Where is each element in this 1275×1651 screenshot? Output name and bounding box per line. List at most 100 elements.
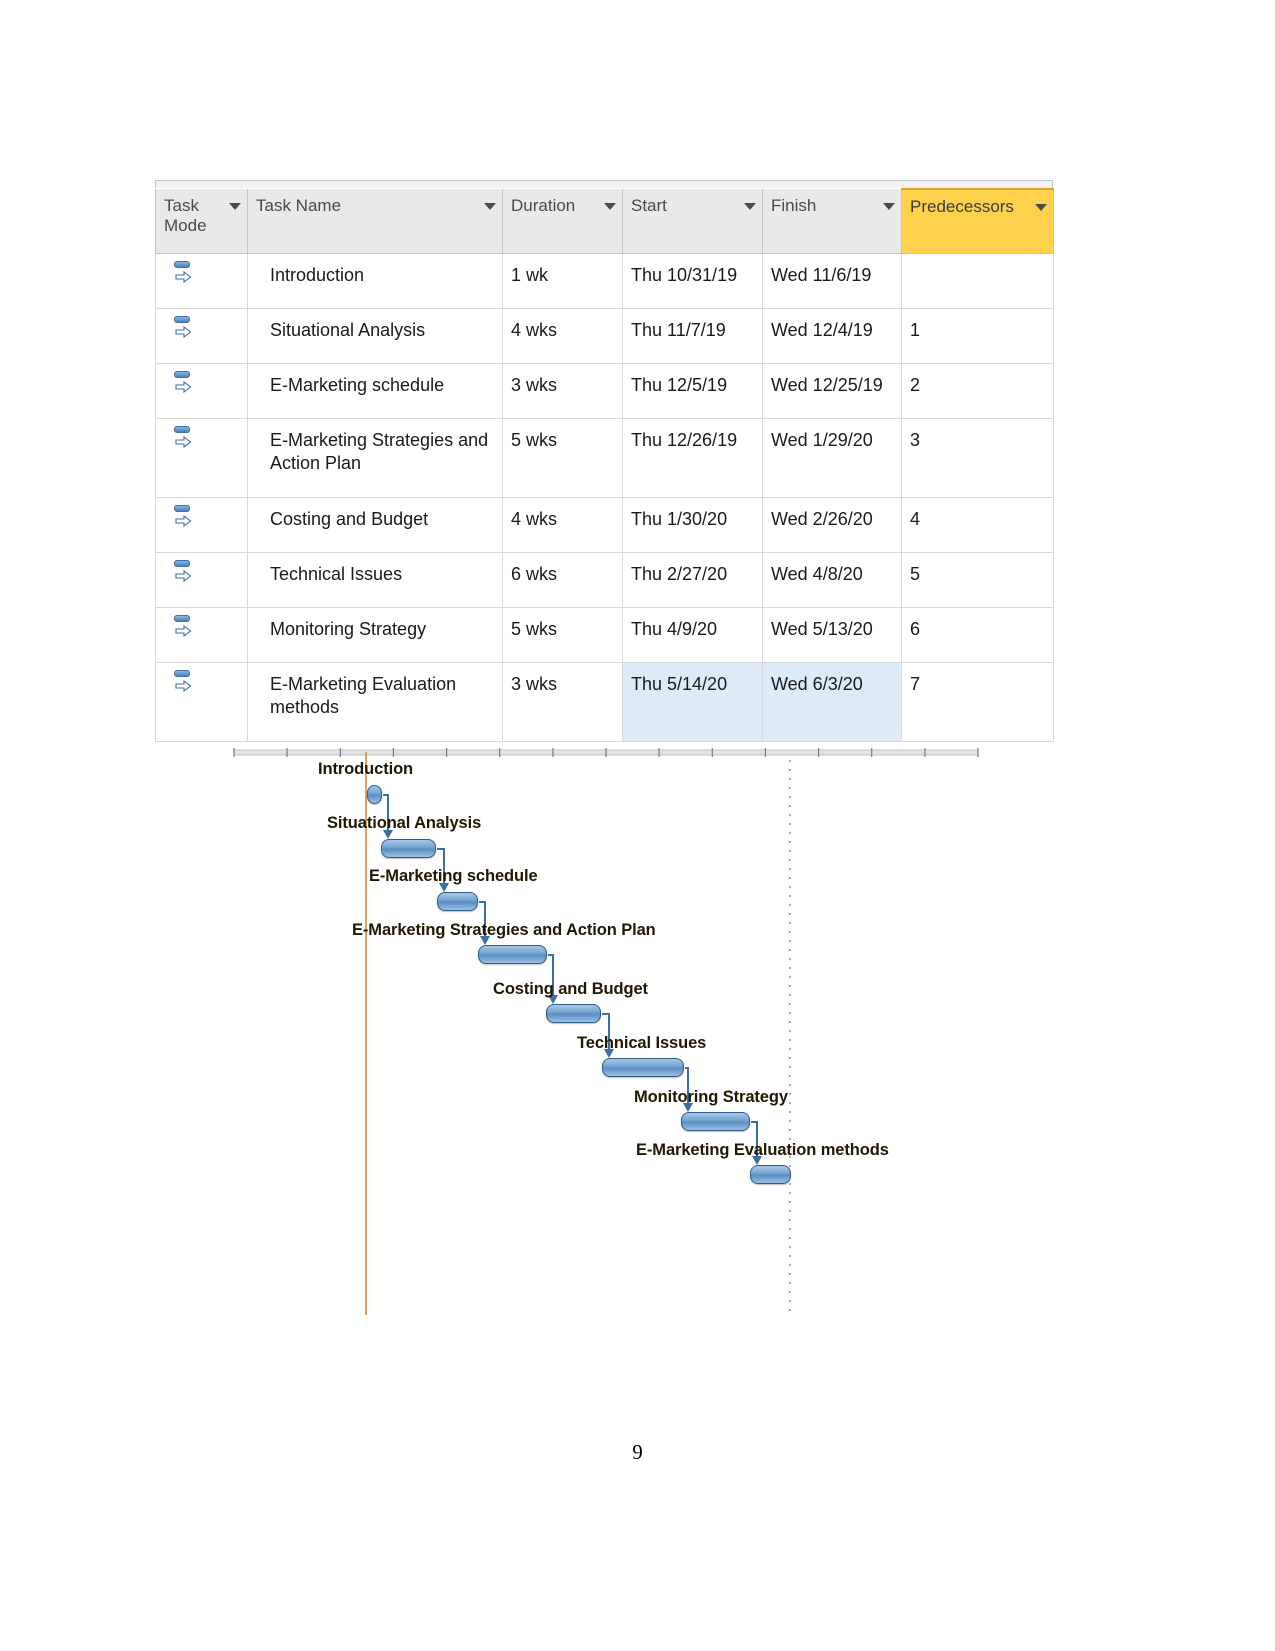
column-header-duration[interactable]: Duration bbox=[502, 189, 623, 254]
gantt-bar[interactable] bbox=[681, 1112, 750, 1131]
cell-task-name[interactable]: E-Marketing schedule bbox=[247, 363, 503, 419]
cell-task-name[interactable]: E-Marketing Evaluation methods bbox=[247, 662, 503, 742]
column-header-label: Task Name bbox=[256, 196, 342, 215]
cell-predecessors[interactable]: 2 bbox=[901, 363, 1054, 419]
table-header-row: Task Mode Task Name Duration Start Finis… bbox=[155, 188, 1054, 254]
cell-task-name[interactable]: Costing and Budget bbox=[247, 497, 503, 553]
cell-task-name[interactable]: E-Marketing Strategies and Action Plan bbox=[247, 418, 503, 498]
cell-task-name[interactable]: Introduction bbox=[247, 253, 503, 309]
gantt-task-label: E-Marketing schedule bbox=[369, 867, 538, 885]
column-header-label: Duration bbox=[511, 196, 576, 215]
cell-predecessors[interactable] bbox=[901, 253, 1054, 309]
table-row[interactable]: E-Marketing Evaluation methods 3 wks Thu 5… bbox=[155, 662, 1054, 742]
table-row[interactable]: Monitoring Strategy 5 wks Thu 4/9/20 Wed 5/… bbox=[155, 607, 1054, 663]
cell-task-mode[interactable] bbox=[155, 308, 248, 364]
cell-predecessors[interactable]: 6 bbox=[901, 607, 1054, 663]
auto-schedule-icon bbox=[172, 315, 196, 341]
gantt-bar[interactable] bbox=[750, 1165, 791, 1184]
cell-task-mode[interactable] bbox=[155, 552, 248, 608]
cell-predecessors[interactable]: 5 bbox=[901, 552, 1054, 608]
filter-dropdown-icon[interactable] bbox=[604, 203, 616, 210]
cell-task-mode[interactable] bbox=[155, 497, 248, 553]
column-header-predecessors[interactable]: Predecessors bbox=[901, 188, 1054, 254]
task-table[interactable]: Task Mode Task Name Duration Start Finis… bbox=[155, 180, 1054, 742]
gantt-bar[interactable] bbox=[381, 839, 436, 858]
auto-schedule-icon bbox=[172, 559, 196, 585]
gantt-bar[interactable] bbox=[478, 945, 547, 964]
cell-task-mode[interactable] bbox=[155, 363, 248, 419]
column-header-start[interactable]: Start bbox=[622, 189, 763, 254]
filter-dropdown-icon[interactable] bbox=[229, 203, 241, 210]
column-header-task-name[interactable]: Task Name bbox=[247, 189, 503, 254]
cell-finish[interactable]: Wed 5/13/20 bbox=[762, 607, 902, 663]
gantt-task-label: Monitoring Strategy bbox=[634, 1088, 788, 1106]
cell-predecessors[interactable]: 3 bbox=[901, 418, 1054, 498]
column-header-label: Task Mode bbox=[164, 196, 207, 235]
table-row[interactable]: Technical Issues 6 wks Thu 2/27/20 Wed 4/8/… bbox=[155, 552, 1054, 608]
column-header-label: Finish bbox=[771, 196, 817, 215]
cell-task-mode[interactable] bbox=[155, 662, 248, 742]
cell-duration[interactable]: 3 wks bbox=[502, 363, 623, 419]
cell-task-mode[interactable] bbox=[155, 253, 248, 309]
cell-start[interactable]: Thu 2/27/20 bbox=[622, 552, 763, 608]
column-header-finish[interactable]: Finish bbox=[762, 189, 902, 254]
cell-finish[interactable]: Wed 1/29/20 bbox=[762, 418, 902, 498]
gantt-task-label: Situational Analysis bbox=[327, 814, 482, 832]
auto-schedule-icon bbox=[172, 669, 196, 695]
auto-schedule-icon bbox=[172, 260, 196, 286]
cell-duration[interactable]: 3 wks bbox=[502, 662, 623, 742]
table-top-strip bbox=[155, 180, 1053, 188]
cell-finish[interactable]: Wed 2/26/20 bbox=[762, 497, 902, 553]
cell-start[interactable]: Thu 4/9/20 bbox=[622, 607, 763, 663]
cell-duration[interactable]: 5 wks bbox=[502, 418, 623, 498]
table-row[interactable]: Costing and Budget 4 wks Thu 1/30/20 Wed 2/… bbox=[155, 497, 1054, 553]
column-header-label: Predecessors bbox=[910, 197, 1014, 216]
cell-duration[interactable]: 1 wk bbox=[502, 253, 623, 309]
filter-dropdown-icon[interactable] bbox=[484, 203, 496, 210]
table-row[interactable]: Situational Analysis 4 wks Thu 11/7/19 Wed … bbox=[155, 308, 1054, 364]
gantt-bar[interactable] bbox=[367, 785, 382, 804]
cell-predecessors[interactable]: 1 bbox=[901, 308, 1054, 364]
auto-schedule-icon bbox=[172, 370, 196, 396]
auto-schedule-icon bbox=[172, 614, 196, 640]
page-number: 9 bbox=[632, 1440, 643, 1464]
task-grid[interactable]: Task Mode Task Name Duration Start Finis… bbox=[155, 188, 1054, 742]
gantt-task-label: E-Marketing Evaluation methods bbox=[636, 1141, 889, 1159]
cell-task-mode[interactable] bbox=[155, 607, 248, 663]
filter-dropdown-icon[interactable] bbox=[744, 203, 756, 210]
cell-start[interactable]: Thu 12/26/19 bbox=[622, 418, 763, 498]
cell-finish[interactable]: Wed 12/25/19 bbox=[762, 363, 902, 419]
cell-task-name[interactable]: Situational Analysis bbox=[247, 308, 503, 364]
cell-duration[interactable]: 4 wks bbox=[502, 497, 623, 553]
cell-start[interactable]: Thu 10/31/19 bbox=[622, 253, 763, 309]
cell-start[interactable]: Thu 12/5/19 bbox=[622, 363, 763, 419]
cell-task-mode[interactable] bbox=[155, 418, 248, 498]
cell-predecessors[interactable]: 7 bbox=[901, 662, 1054, 742]
cell-task-name[interactable]: Technical Issues bbox=[247, 552, 503, 608]
table-row[interactable]: E-Marketing Strategies and Action Plan 5 … bbox=[155, 418, 1054, 498]
filter-dropdown-icon[interactable] bbox=[883, 203, 895, 210]
table-row[interactable]: Introduction 1 wk Thu 10/31/19 Wed 11/6/19 bbox=[155, 253, 1054, 309]
cell-duration[interactable]: 6 wks bbox=[502, 552, 623, 608]
cell-start[interactable]: Thu 5/14/20 bbox=[622, 662, 763, 742]
cell-task-name[interactable]: Monitoring Strategy bbox=[247, 607, 503, 663]
cell-start[interactable]: Thu 1/30/20 bbox=[622, 497, 763, 553]
gantt-bar[interactable] bbox=[546, 1004, 601, 1023]
cell-duration[interactable]: 5 wks bbox=[502, 607, 623, 663]
cell-finish[interactable]: Wed 12/4/19 bbox=[762, 308, 902, 364]
filter-dropdown-icon[interactable] bbox=[1035, 204, 1047, 211]
table-row[interactable]: E-Marketing schedule 3 wks Thu 12/5/19 Wed … bbox=[155, 363, 1054, 419]
column-header-task-mode[interactable]: Task Mode bbox=[155, 189, 248, 254]
cell-finish[interactable]: Wed 6/3/20 bbox=[762, 662, 902, 742]
gantt-task-label: E-Marketing Strategies and Action Plan bbox=[352, 921, 656, 939]
cell-finish[interactable]: Wed 11/6/19 bbox=[762, 253, 902, 309]
gantt-task-label: Costing and Budget bbox=[493, 980, 648, 998]
gantt-task-label: Technical Issues bbox=[577, 1034, 707, 1052]
cell-start[interactable]: Thu 11/7/19 bbox=[622, 308, 763, 364]
gantt-bar[interactable] bbox=[602, 1058, 684, 1077]
cell-predecessors[interactable]: 4 bbox=[901, 497, 1054, 553]
cell-duration[interactable]: 4 wks bbox=[502, 308, 623, 364]
column-header-label: Start bbox=[631, 196, 667, 215]
gantt-bar[interactable] bbox=[437, 892, 478, 911]
cell-finish[interactable]: Wed 4/8/20 bbox=[762, 552, 902, 608]
